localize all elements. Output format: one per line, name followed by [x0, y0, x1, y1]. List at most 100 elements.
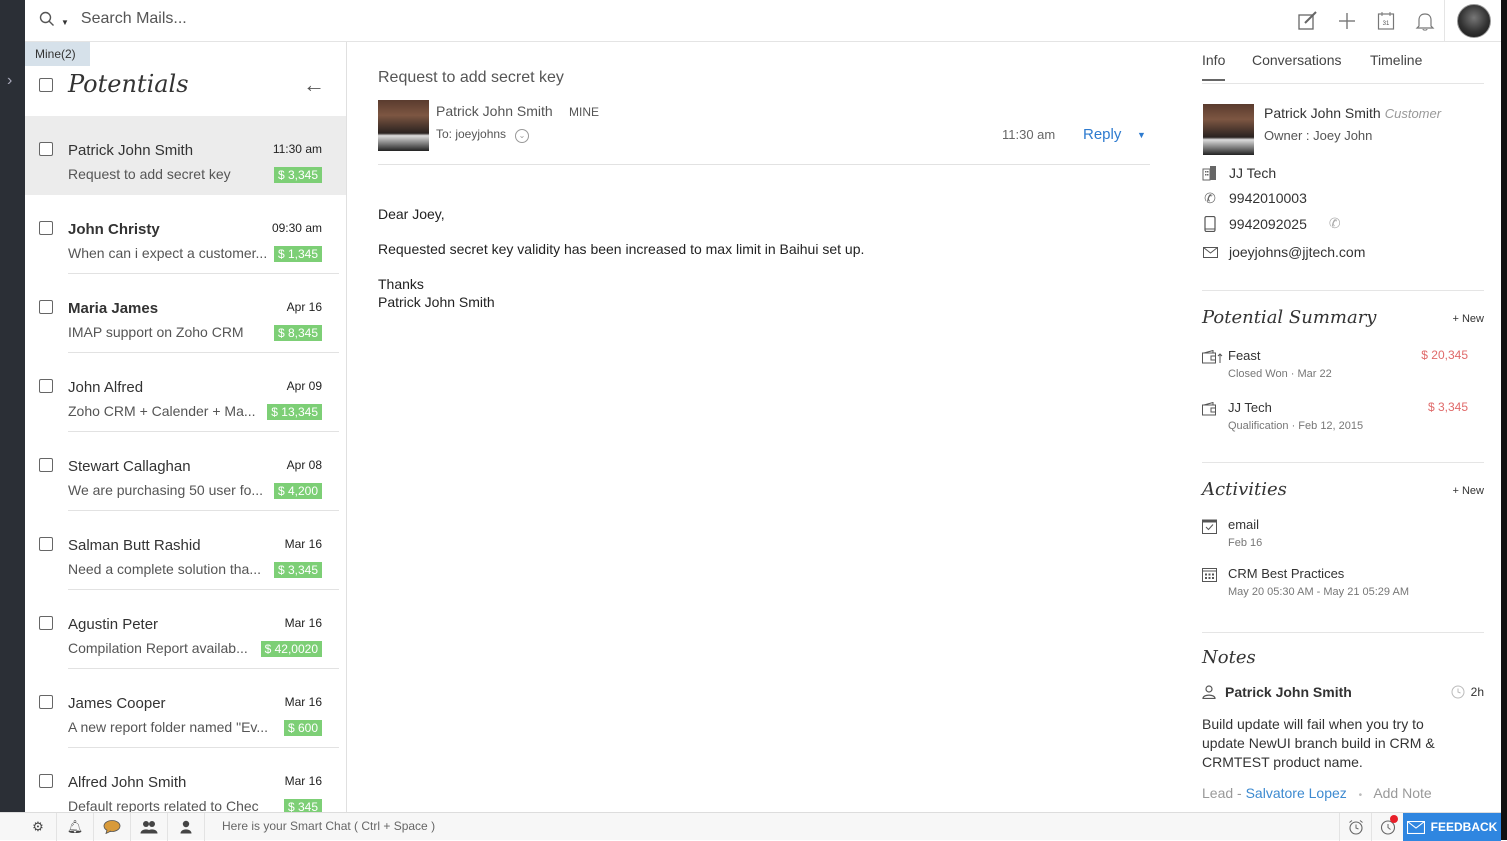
potential-summary-title: Potential Summary [1202, 307, 1377, 328]
item-subject: Need a complete solution tha... [68, 561, 262, 577]
item-time: 09:30 am [271, 221, 322, 235]
list-item[interactable]: James Cooper Mar 16 A new report folder na… [25, 669, 346, 748]
item-amount-badge: $ 600 [283, 720, 322, 736]
calendar-button[interactable]: 31 [1366, 0, 1405, 42]
tab-conversations[interactable]: Conversations [1252, 52, 1342, 68]
item-name: Patrick John Smith [68, 142, 194, 159]
feedback-button[interactable]: FEEDBACK [1403, 813, 1501, 841]
reply-dropdown-caret-icon[interactable]: ▼ [1137, 130, 1146, 140]
list-item[interactable]: Patrick John Smith 11:30 am Request to add… [25, 116, 346, 195]
item-checkbox[interactable] [39, 458, 53, 472]
list-item[interactable]: Stewart Callaghan Apr 08 We are purchasing… [25, 432, 346, 511]
item-subject: When can i expect a customer... [68, 245, 268, 261]
activity-name: CRM Best Practices [1228, 566, 1345, 581]
item-time: Apr 16 [286, 300, 322, 314]
item-checkbox[interactable] [39, 379, 53, 393]
bell-icon: 🔔︎ [66, 819, 84, 834]
search-input[interactable]: Search Mails... [81, 10, 187, 28]
recipient-expand-chevron-icon[interactable]: ⌄ [515, 129, 529, 143]
info-tabs: Info Conversations Timeline [1202, 52, 1484, 84]
search-box[interactable]: ▼ Search Mails... [39, 10, 187, 28]
contact-name[interactable]: Patrick John Smith [1264, 105, 1381, 121]
item-subject: A new report folder named "Ev... [68, 719, 269, 735]
note-body: Build update will fail when you try to u… [1202, 716, 1435, 770]
note-lead-prefix: Lead - [1202, 785, 1246, 801]
list-header: Potentials ← [25, 66, 346, 116]
item-name: Salman Butt Rashid [68, 537, 201, 554]
item-name: Agustin Peter [68, 616, 159, 633]
potential-name: JJ Tech [1228, 400, 1272, 415]
list-item[interactable]: Maria James Apr 16 IMAP support on Zoho CR… [25, 274, 346, 353]
contact-email-row: joeyjohns@jjtech.com [1202, 244, 1365, 260]
alerts-button[interactable]: 🔔︎ [57, 813, 94, 841]
activities-title: Activities [1202, 479, 1287, 500]
chat-bubble-icon [103, 820, 121, 834]
potential-amount: $ 3,345 [1427, 400, 1468, 414]
tab-timeline[interactable]: Timeline [1370, 52, 1422, 68]
item-amount-badge: $ 4,200 [273, 483, 322, 499]
add-button[interactable] [1327, 0, 1366, 42]
potential-amount: $ 20,345 [1421, 348, 1468, 362]
chats-button[interactable] [94, 813, 131, 841]
sender-name[interactable]: Patrick John Smith [436, 103, 553, 119]
sender-photo [378, 100, 429, 151]
list-item[interactable]: Salman Butt Rashid Mar 16 Need a complete … [25, 511, 346, 590]
item-checkbox[interactable] [39, 221, 53, 235]
new-activity-button[interactable]: + New [1453, 485, 1485, 497]
item-checkbox[interactable] [39, 774, 53, 788]
notifications-button[interactable] [1405, 0, 1444, 42]
mail-text: Requested secret key validity has been i… [378, 241, 865, 257]
potential-name: Feast [1228, 348, 1261, 363]
mail-closing: Thanks [378, 276, 424, 292]
item-checkbox[interactable] [39, 695, 53, 709]
item-subject: Zoho CRM + Calender + Ma... [68, 403, 256, 419]
list-item[interactable]: John Christy 09:30 am When can i expect a … [25, 195, 346, 274]
settings-chat-button[interactable]: ⚙ [20, 813, 57, 841]
compose-button[interactable] [1288, 0, 1327, 42]
item-checkbox[interactable] [39, 300, 53, 314]
select-all-checkbox[interactable] [39, 78, 53, 92]
contacts-button[interactable] [168, 813, 205, 841]
list-title: Potentials [68, 70, 189, 98]
potential-sub: Qualification · Feb 12, 2015 [1228, 420, 1364, 432]
reminders-button[interactable] [1339, 813, 1371, 841]
envelope-icon [1406, 820, 1425, 834]
groups-button[interactable] [131, 813, 168, 841]
recent-button[interactable] [1371, 813, 1403, 841]
search-dropdown-caret-icon[interactable]: ▼ [61, 18, 69, 27]
divider [1444, 0, 1445, 42]
list-item[interactable]: John Alfred Apr 09 Zoho CRM + Calender + M… [25, 353, 346, 432]
item-checkbox[interactable] [39, 616, 53, 630]
back-arrow-icon[interactable]: ← [303, 72, 325, 98]
event-calendar-icon [1202, 568, 1217, 587]
item-time: Mar 16 [284, 695, 322, 709]
mine-tag: MINE [569, 105, 599, 119]
list-item[interactable]: Agustin Peter Mar 16 Compilation Report av… [25, 590, 346, 669]
contact-company[interactable]: JJ Tech [1229, 165, 1276, 181]
item-amount-badge: $ 42,0020 [260, 641, 322, 657]
filter-tag-mine[interactable]: Mine(2) [25, 42, 90, 66]
potential-wallet-icon [1202, 401, 1218, 421]
reply-button[interactable]: Reply [1083, 126, 1121, 143]
call-icon[interactable]: ✆ [1329, 215, 1341, 232]
smart-chat-input[interactable]: Here is your Smart Chat ( Ctrl + Space ) [222, 819, 435, 833]
contact-phone[interactable]: 9942010003 [1229, 190, 1307, 206]
tab-info[interactable]: Info [1202, 52, 1226, 81]
chat-gear-icon: ⚙ [32, 819, 44, 834]
group-icon [140, 821, 158, 834]
search-icon[interactable] [39, 11, 55, 27]
calendar-icon: 31 [1377, 12, 1394, 30]
add-note-button[interactable]: Add Note [1373, 785, 1431, 801]
item-time: Apr 09 [286, 379, 322, 393]
item-checkbox[interactable] [39, 537, 53, 551]
contact-mobile[interactable]: 9942092025 [1229, 216, 1307, 232]
new-potential-button[interactable]: + New [1453, 313, 1485, 325]
list-item[interactable]: Alfred John Smith Mar 16 Default reports r… [25, 748, 346, 812]
expand-chevron-icon[interactable]: › [7, 72, 12, 90]
contact-email[interactable]: joeyjohns@jjtech.com [1229, 244, 1365, 260]
note-lead-link[interactable]: Salvatore Lopez [1246, 785, 1347, 801]
mail-signature: Patrick John Smith [378, 294, 495, 310]
item-checkbox[interactable] [39, 142, 53, 156]
phone-icon: ✆ [1204, 189, 1216, 206]
user-avatar[interactable] [1457, 4, 1491, 38]
